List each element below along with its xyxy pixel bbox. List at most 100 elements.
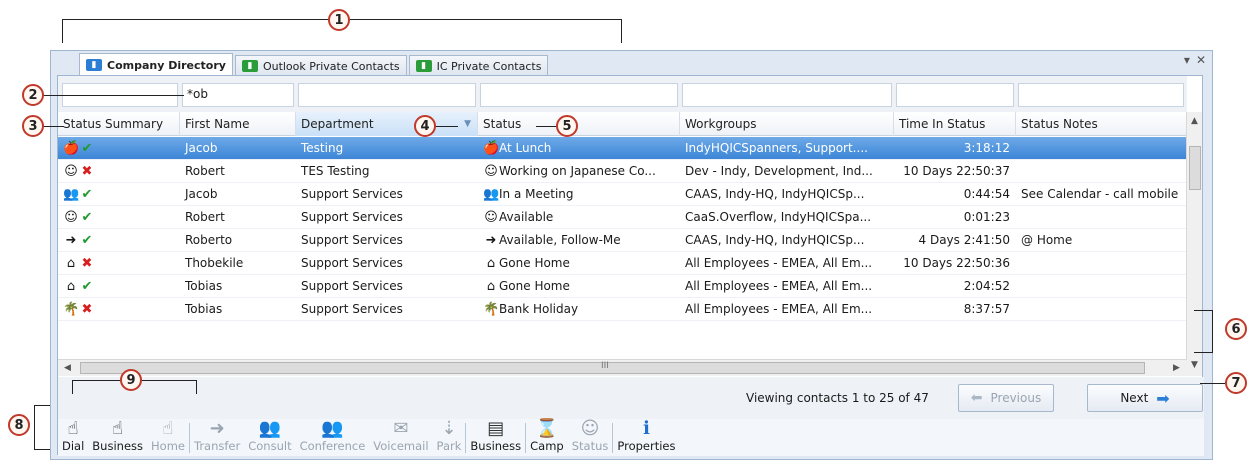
- available-icon: ☺: [64, 210, 78, 225]
- home-button[interactable]: ☝ Home: [147, 419, 189, 456]
- column-first-name[interactable]: First Name: [180, 112, 296, 136]
- home-icon: ⌂: [486, 279, 496, 294]
- previous-button[interactable]: ⬅ Previous: [958, 384, 1054, 412]
- table-row[interactable]: 🍎 ✔ Jacob Testing 🍎At Lunch IndyHQICSpanners,…: [58, 137, 1187, 160]
- camp-button[interactable]: ⌛ Camp: [526, 419, 568, 456]
- conference-button[interactable]: 👥 Conference: [296, 419, 370, 456]
- callout-8: 8: [8, 414, 30, 436]
- tab-ic-private-contacts[interactable]: ▮ IC Private Contacts: [408, 55, 549, 76]
- contact-rows: 🍎 ✔ Jacob Testing 🍎At Lunch IndyHQICSpanners,…: [58, 137, 1187, 359]
- callout-6-line-bottom: [1194, 352, 1212, 353]
- filter-first-name[interactable]: *ob: [182, 83, 294, 107]
- column-status[interactable]: Status: [478, 112, 680, 136]
- status-text: Bank Holiday: [499, 302, 579, 316]
- column-time-in-status[interactable]: Time In Status: [894, 112, 1016, 136]
- table-row[interactable]: ⌂ ✖ Thobekile Support Services ⌂ Gone Home All…: [58, 252, 1187, 275]
- window-controls: ▾ ✕: [1184, 53, 1206, 67]
- business-button[interactable]: ▤ Business: [466, 419, 525, 456]
- table-row[interactable]: 👥 ✔ Jacob Support Services 👥In a Meeting CAAS…: [58, 183, 1187, 206]
- cell-status-summary: ⌂ ✖: [58, 252, 180, 275]
- tab-outlook-private-contacts[interactable]: ▮ Outlook Private Contacts: [234, 55, 407, 76]
- column-department[interactable]: Department ▼: [296, 112, 478, 136]
- directory-icon: ▮: [86, 59, 102, 71]
- vertical-scrollbar[interactable]: ▲ ▼: [1186, 112, 1202, 376]
- scroll-left-icon[interactable]: ◀: [64, 363, 71, 373]
- status-button[interactable]: ☺ Status: [568, 419, 613, 456]
- cell-department: Support Services: [301, 233, 403, 247]
- dial-icon: ☝: [67, 418, 79, 439]
- outlook-contacts-icon: ▮: [241, 60, 258, 72]
- left-arrow-icon: ⬅: [970, 390, 983, 406]
- scroll-up-icon[interactable]: ▲: [1191, 116, 1198, 126]
- table-row[interactable]: 🌴 ✖ Tobias Support Services 🌴Bank Holiday All…: [58, 298, 1187, 321]
- cell-status-summary: ☺ ✔: [58, 206, 180, 229]
- tab-company-directory[interactable]: ▮ Company Directory: [79, 53, 233, 76]
- cell-workgroups: All Employees - EMEA, All Em...: [685, 279, 873, 293]
- cell-first-name: Tobias: [185, 302, 223, 316]
- x-icon: ✖: [81, 302, 93, 317]
- callout-6-line-top: [1194, 310, 1212, 311]
- x-icon: ✖: [81, 256, 93, 271]
- cell-time-in-status: 3:18:12: [963, 141, 1010, 155]
- table-row[interactable]: ➜ ✔ Roberto Support Services ➜ Available, Fol…: [58, 229, 1187, 252]
- filter-status[interactable]: [480, 83, 678, 107]
- toolbar-label: Home: [151, 439, 185, 453]
- consult-button[interactable]: 👥 Consult: [244, 419, 295, 456]
- conference-icon: 👥: [321, 418, 344, 439]
- callout-3: 3: [22, 115, 44, 137]
- park-button[interactable]: ⇣ Park: [433, 419, 466, 456]
- cell-first-name: Jacob: [185, 187, 218, 201]
- voicemail-button[interactable]: ✉ Voicemail: [369, 419, 432, 456]
- dropdown-menu-icon[interactable]: ▾: [1184, 53, 1190, 67]
- transfer-button[interactable]: ➜ Transfer: [190, 419, 244, 456]
- filter-status-notes[interactable]: [1018, 83, 1184, 107]
- table-row[interactable]: ☺ ✔ Robert Support Services ☺Available CaaS.O…: [58, 206, 1187, 229]
- callout-7: 7: [1225, 372, 1247, 394]
- ic-contacts-icon: ▮: [415, 60, 432, 72]
- scroll-right-icon[interactable]: ▶: [1173, 363, 1180, 373]
- grid-header: Status Summary First Name Department ▼ St…: [58, 112, 1187, 136]
- status-text: Gone Home: [499, 279, 570, 293]
- cell-status-notes: [1016, 160, 1187, 183]
- check-icon: ✔: [81, 141, 93, 156]
- home-icon: ⌂: [486, 256, 496, 271]
- cell-workgroups: All Employees - EMEA, All Em...: [685, 302, 873, 316]
- business-button[interactable]: ☝ Business: [88, 419, 147, 456]
- horizontal-scroll-thumb[interactable]: III: [80, 361, 1145, 374]
- table-row[interactable]: ⌂ ✔ Tobias Support Services ⌂ Gone Home All Em…: [58, 275, 1187, 298]
- cell-first-name: Robert: [185, 210, 225, 224]
- dial-button[interactable]: ☝ Dial: [58, 419, 88, 456]
- cell-status-notes: [1016, 137, 1187, 160]
- filter-time-in-status[interactable]: [896, 83, 1014, 107]
- filter-department[interactable]: [298, 83, 476, 107]
- status-icon: ☺: [580, 418, 600, 439]
- available-icon: ☺: [484, 210, 498, 225]
- right-arrow-icon: ➡: [1156, 388, 1170, 408]
- toolbar-label: Consult: [248, 439, 292, 453]
- cell-time-in-status: 4 Days 2:41:50: [918, 233, 1010, 247]
- scroll-down-icon[interactable]: ▼: [1191, 360, 1198, 370]
- callout-9-left-drop: [72, 380, 73, 394]
- lunch-icon: 🍎: [483, 141, 500, 156]
- column-status-summary[interactable]: Status Summary: [58, 112, 180, 136]
- tab-strip: ▮ Company Directory ▮ Outlook Private Conta…: [79, 53, 550, 77]
- cell-first-name: Roberto: [185, 233, 233, 247]
- column-status-notes[interactable]: Status Notes: [1016, 112, 1187, 136]
- callout-9: 9: [120, 369, 142, 391]
- check-icon: ✔: [81, 187, 93, 202]
- cell-status-summary: ☺ ✖: [58, 160, 180, 183]
- table-row[interactable]: ☺ ✖ Robert TES Testing ☺Working on Japanese …: [58, 160, 1187, 183]
- filter-workgroups[interactable]: [682, 83, 892, 107]
- cell-status-notes: @ Home: [1021, 233, 1073, 247]
- column-workgroups[interactable]: Workgroups: [680, 112, 894, 136]
- properties-button[interactable]: ℹ Properties: [613, 419, 679, 456]
- horizontal-scrollbar[interactable]: ◀ III ▶: [58, 359, 1187, 376]
- cell-workgroups: All Employees - EMEA, All Em...: [685, 256, 873, 270]
- cell-status-notes: [1016, 298, 1187, 321]
- next-button[interactable]: Next ➡: [1087, 384, 1203, 412]
- close-icon[interactable]: ✕: [1196, 53, 1206, 67]
- callout-1-left-drop: [62, 19, 63, 43]
- vertical-scroll-thumb[interactable]: [1189, 146, 1201, 190]
- callout-1-right-drop: [621, 19, 622, 43]
- check-icon: ✔: [81, 279, 93, 294]
